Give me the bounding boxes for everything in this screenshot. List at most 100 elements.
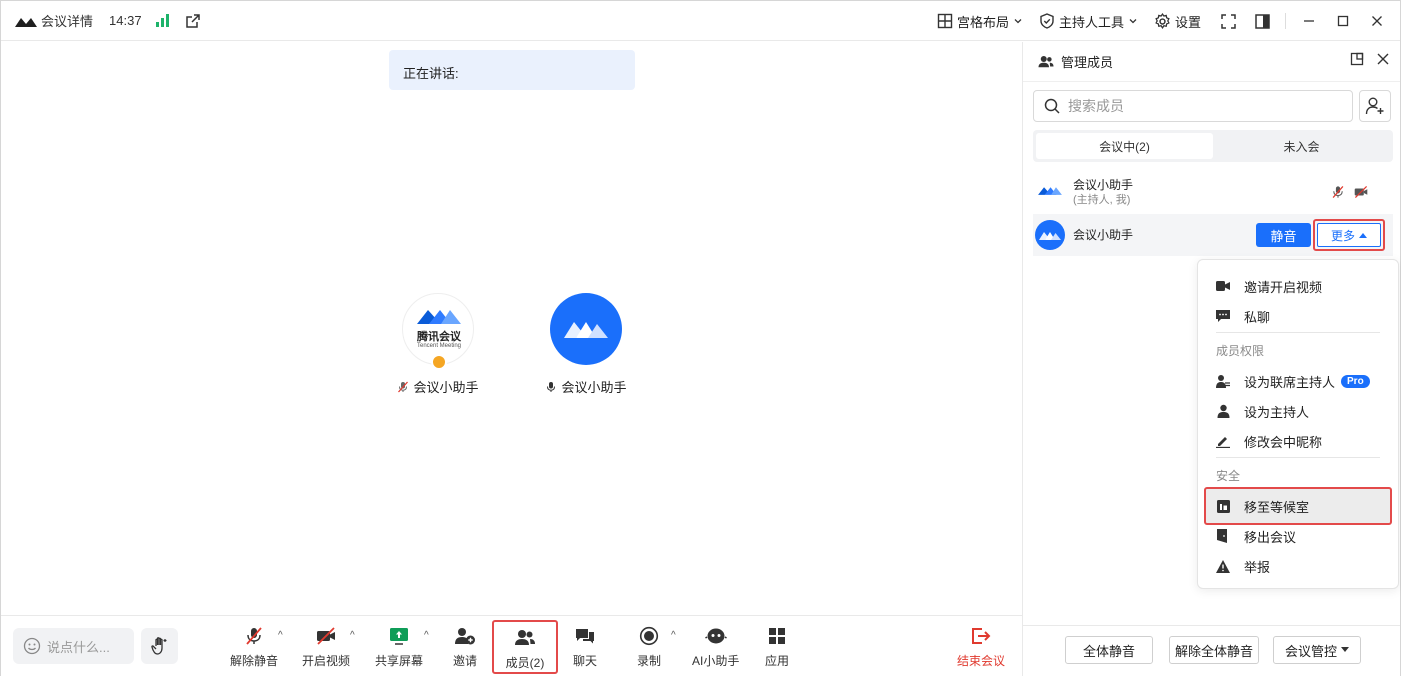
record-button[interactable]: 录制 xyxy=(637,624,661,670)
host-tools-button[interactable]: 主持人工具 xyxy=(1039,12,1138,31)
record-options-caret[interactable]: ^ xyxy=(671,630,676,641)
menu-label: 邀请开启视频 xyxy=(1244,279,1323,295)
add-user-icon xyxy=(1365,97,1384,115)
tencent-meeting-avatar: 腾讯会议 Tencent Meeting xyxy=(402,293,474,370)
tab-in-meeting[interactable]: 会议中(2) xyxy=(1036,133,1213,159)
chat-icon xyxy=(576,629,594,644)
chevron-down-icon xyxy=(1014,19,1022,24)
tab-not-joined[interactable]: 未入会 xyxy=(1213,133,1390,159)
more-button-highlight: 更多 xyxy=(1313,219,1385,251)
share-options-caret[interactable]: ^ xyxy=(424,630,429,641)
menu-item-remove[interactable]: 移出会议 xyxy=(1198,521,1398,551)
member-row[interactable]: 会议小助手 静音 更多 xyxy=(1033,214,1393,256)
menu-label: 设为联席主持人 xyxy=(1244,374,1336,390)
apps-icon xyxy=(769,628,785,644)
more-button[interactable]: 更多 xyxy=(1317,223,1381,247)
chat-button[interactable]: 聊天 xyxy=(573,624,597,670)
apps-button[interactable]: 应用 xyxy=(765,624,789,670)
member-avatar xyxy=(1035,177,1065,207)
chat-label: 聊天 xyxy=(573,654,598,668)
participant-tile[interactable]: 腾讯会议 Tencent Meeting 会议小助手 xyxy=(368,293,508,396)
warning-icon xyxy=(1216,559,1230,573)
menu-section-permissions: 成员权限 xyxy=(1216,344,1265,358)
meeting-control-label: 会议管控 xyxy=(1284,643,1337,659)
door-exit-icon xyxy=(1217,529,1227,543)
member-name: 会议小助手 xyxy=(1073,178,1134,192)
menu-divider xyxy=(1216,332,1380,333)
unmute-all-button[interactable]: 解除全体静音 xyxy=(1169,636,1259,664)
menu-item-move-to-waiting-room[interactable]: 移至等候室 xyxy=(1204,487,1392,525)
shield-icon xyxy=(1040,13,1054,29)
participant-name: 会议小助手 xyxy=(413,380,479,395)
search-icon xyxy=(1044,98,1060,114)
record-label: 录制 xyxy=(637,654,662,668)
emoji-icon xyxy=(23,637,41,655)
minimize-button[interactable] xyxy=(1298,10,1320,32)
grid-layout-button[interactable]: 宫格布局 xyxy=(937,12,1023,31)
menu-item-set-host[interactable]: 设为主持人 xyxy=(1198,396,1398,426)
members-icon xyxy=(515,630,535,645)
member-row[interactable]: 会议小助手 (主持人, 我) xyxy=(1033,171,1393,213)
meeting-time: 14:37 xyxy=(109,13,142,28)
grid-layout-label: 宫格布局 xyxy=(956,14,1009,30)
invite-label: 邀请 xyxy=(453,654,478,668)
user-icon xyxy=(1217,404,1229,418)
maximize-icon xyxy=(1337,15,1349,27)
menu-label: 移出会议 xyxy=(1244,529,1297,545)
maximize-button[interactable] xyxy=(1332,10,1354,32)
end-meeting-button[interactable]: 结束会议 xyxy=(957,624,1005,670)
chat-placeholder: 说点什么... xyxy=(47,639,110,655)
fullscreen-button[interactable] xyxy=(1217,10,1239,32)
add-member-button[interactable] xyxy=(1359,90,1391,122)
external-link-icon[interactable] xyxy=(185,13,201,29)
chat-input[interactable]: 说点什么... xyxy=(13,628,134,664)
host-tools-label: 主持人工具 xyxy=(1058,14,1124,30)
video-area: 正在讲话: 腾讯会议 Tencent Meeting 会议小助手 会议小助手 xyxy=(1,42,1022,615)
mic-muted-icon xyxy=(398,381,409,392)
member-tabs: 会议中(2) 未入会 xyxy=(1033,130,1393,162)
pro-badge: Pro xyxy=(1341,374,1370,388)
menu-label: 举报 xyxy=(1244,559,1271,575)
invite-button[interactable]: 邀请 xyxy=(453,624,477,670)
meeting-control-button[interactable]: 会议管控 xyxy=(1273,636,1361,664)
caret-down-icon xyxy=(1341,647,1349,652)
meeting-details-link[interactable]: 会议详情 xyxy=(41,11,93,30)
menu-label: 私聊 xyxy=(1244,309,1271,325)
popout-icon[interactable] xyxy=(1350,52,1364,66)
menu-item-invite-video[interactable]: 邀请开启视频 xyxy=(1198,271,1398,301)
menu-divider xyxy=(1216,457,1380,458)
start-video-button[interactable]: 开启视频 xyxy=(302,624,350,670)
meeting-logo-icon xyxy=(1039,232,1061,240)
cohost-icon xyxy=(1216,375,1230,388)
menu-item-set-cohost[interactable]: 设为联席主持人 Pro xyxy=(1198,366,1398,396)
signal-icon[interactable] xyxy=(155,14,169,27)
close-window-button[interactable] xyxy=(1366,10,1388,32)
participant-tile[interactable]: 会议小助手 xyxy=(516,293,656,396)
video-options-caret[interactable]: ^ xyxy=(350,630,355,641)
settings-button[interactable]: 设置 xyxy=(1154,12,1201,31)
unmute-button[interactable]: 解除静音 xyxy=(230,624,278,670)
chevron-down-icon xyxy=(1129,19,1137,24)
raise-hand-button[interactable] xyxy=(141,628,178,664)
mute-member-button[interactable]: 静音 xyxy=(1256,223,1311,247)
menu-label: 设为主持人 xyxy=(1244,404,1310,420)
ai-assistant-button[interactable]: AI小助手 xyxy=(692,624,739,670)
sidebar-toggle-button[interactable] xyxy=(1251,10,1273,32)
video-icon xyxy=(1216,281,1230,291)
titlebar-divider xyxy=(1285,13,1286,29)
members-button[interactable]: 成员(2) xyxy=(492,620,558,674)
mic-muted-icon xyxy=(246,627,262,645)
mute-all-button[interactable]: 全体静音 xyxy=(1065,636,1153,664)
grid-icon xyxy=(937,13,953,29)
menu-item-report[interactable]: 举报 xyxy=(1198,551,1398,581)
audio-options-caret[interactable]: ^ xyxy=(278,630,283,641)
host-badge-icon xyxy=(431,354,447,370)
menu-item-private-chat[interactable]: 私聊 xyxy=(1198,301,1398,331)
share-screen-button[interactable]: 共享屏幕 xyxy=(375,624,423,670)
search-input[interactable]: 搜索成员 xyxy=(1033,90,1353,122)
participant-name: 会议小助手 xyxy=(561,380,627,395)
close-icon[interactable] xyxy=(1376,52,1390,66)
minimize-icon xyxy=(1304,20,1314,22)
chat-bubble-icon xyxy=(1216,309,1230,322)
menu-item-rename[interactable]: 修改会中昵称 xyxy=(1198,426,1398,456)
